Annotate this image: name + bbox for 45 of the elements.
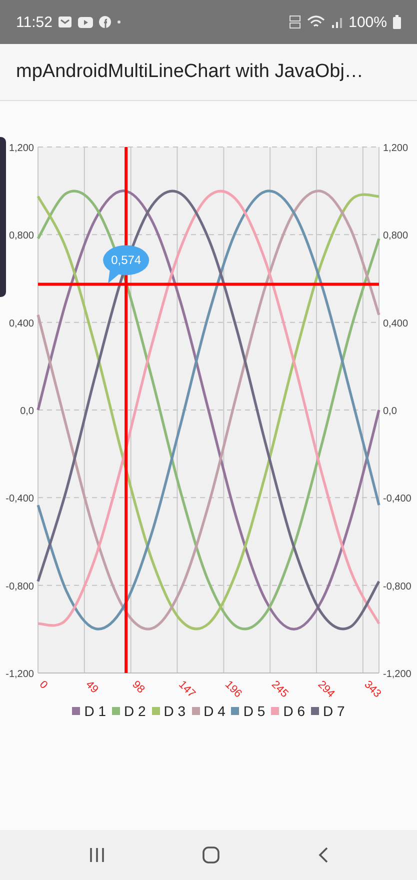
- x-axis-label: 245: [268, 678, 290, 700]
- home-icon[interactable]: [202, 846, 220, 864]
- circle-f-icon: [99, 16, 112, 28]
- y-axis-label: 0,800: [383, 230, 408, 242]
- y-axis-label: 0,0: [383, 406, 397, 417]
- battery-icon: [393, 15, 401, 29]
- legend-label: D 4: [204, 703, 226, 719]
- signal-icon: [330, 16, 343, 28]
- x-axis-label: 98: [130, 678, 147, 696]
- play-icon: [78, 16, 94, 28]
- legend-label: D 5: [243, 703, 266, 719]
- legend-label: D 6: [283, 703, 305, 719]
- x-axis-label: 49: [83, 678, 100, 696]
- y-axis-label: 1,200: [383, 143, 408, 154]
- legend-label: D 2: [124, 703, 146, 719]
- app-title: mpAndroidMultiLineChart with JavaObj…: [16, 61, 364, 83]
- x-axis-label: 147: [176, 678, 198, 700]
- edge-panel-handle[interactable]: [0, 137, 6, 297]
- y-axis-label: 0,400: [383, 318, 408, 330]
- x-axis-label: 196: [222, 678, 244, 700]
- y-axis-label: -0,800: [383, 581, 412, 592]
- y-axis-label: 0,800: [8, 230, 34, 242]
- legend-label: D 7: [322, 703, 345, 719]
- y-axis-label: -0,400: [6, 494, 34, 505]
- y-axis-label: -0,400: [383, 494, 412, 505]
- mail-icon: [58, 16, 72, 28]
- legend-label: D 1: [84, 703, 106, 719]
- clock: 11:52: [16, 14, 52, 30]
- x-axis-label: 343: [362, 678, 384, 700]
- value-bubble-text: 0,574: [111, 253, 142, 268]
- y-axis-label: -0,800: [6, 581, 34, 592]
- legend-label: D 3: [164, 703, 186, 719]
- x-axis-label: 294: [315, 678, 337, 700]
- y-axis-label: -1,200: [383, 669, 412, 680]
- y-axis-label: -1,200: [6, 669, 34, 680]
- back-icon[interactable]: [316, 847, 328, 863]
- y-axis-label: 0,400: [8, 318, 34, 330]
- wifi-icon: [306, 15, 325, 29]
- y-axis-label: 1,200: [8, 143, 34, 154]
- value-bubble: [103, 245, 150, 284]
- dot-icon: [117, 20, 122, 24]
- battery-percent: 100%: [348, 14, 387, 30]
- recent-apps-icon[interactable]: [88, 847, 104, 863]
- x-axis-label: 0: [36, 678, 50, 692]
- y-axis-label: 0,0: [20, 406, 34, 417]
